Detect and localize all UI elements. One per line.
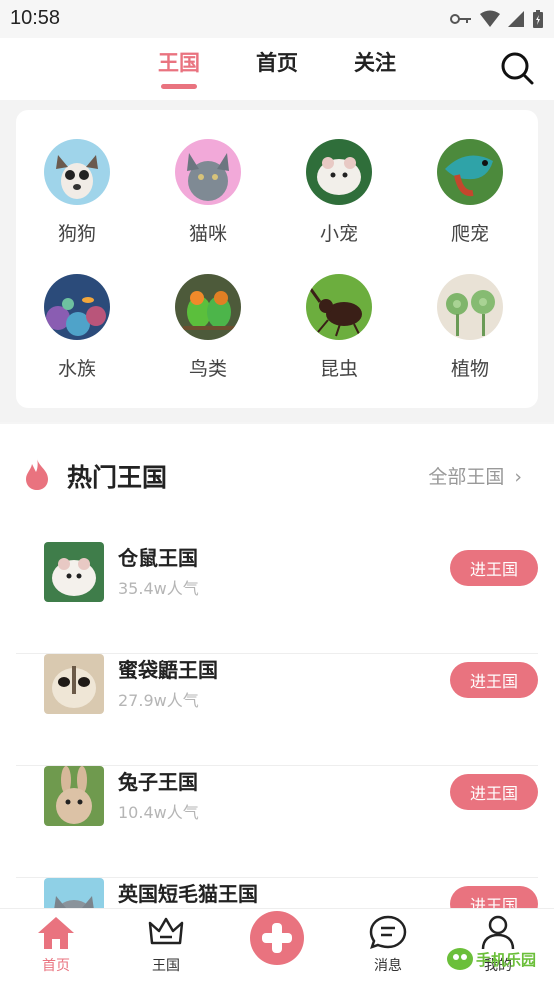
bottom-nav-label: 消息 [374,958,402,974]
category-label: 鸟类 [188,358,227,380]
hamster-thumbnail [44,542,104,602]
message-icon [369,915,407,949]
category-label: 狗狗 [57,223,96,245]
enter-kingdom-button[interactable]: 进王国 [450,662,538,698]
category-plant[interactable]: 植物 [415,274,525,381]
chevron-right-icon: › [514,466,522,488]
small-pet-avatar [306,139,372,205]
category-bird[interactable]: 鸟类 [153,274,263,381]
aquarium-avatar [44,274,110,340]
status-bar: 10:58 [0,0,554,38]
category-cat[interactable]: 猫咪 [153,139,263,246]
enter-kingdom-button[interactable]: 进王国 [450,550,538,586]
kingdom-name: 蜜袋鼯王国 [118,658,218,682]
battery-icon [533,10,543,28]
category-aquarium[interactable]: 水族 [22,274,132,381]
bottom-nav-message[interactable]: 消息 [348,915,428,975]
tab-follow[interactable]: 关注 [354,47,396,77]
category-insect[interactable]: 昆虫 [284,274,394,381]
crown-icon [148,917,184,945]
all-kingdoms-link[interactable]: 全部王国 › [428,462,522,489]
bottom-nav-kingdom[interactable]: 王国 [126,915,206,975]
watermark-text: 手机乐园 [476,951,536,969]
kingdom-name: 仓鼠王国 [118,546,198,570]
plant-avatar [437,274,503,340]
kingdom-popularity: 35.4w人气 [118,579,199,598]
hot-kingdoms-section: 热门王国 全部王国 › 仓鼠王国 35.4w人气 进王国 蜜袋鼯王国 27.9w人… [0,424,554,938]
status-icons [450,9,544,29]
kingdom-name: 兔子王国 [118,770,198,794]
sugar-glider-thumbnail [44,654,104,714]
tab-kingdom[interactable]: 王国 [158,47,200,77]
wifi-icon [480,10,500,27]
bottom-nav-label: 王国 [152,958,180,974]
kingdom-name: 英国短毛猫王国 [118,882,258,906]
kingdom-popularity: 10.4w人气 [118,803,199,822]
publish-button[interactable] [250,911,304,965]
kingdom-popularity: 27.9w人气 [118,691,199,710]
enter-kingdom-button[interactable]: 进王国 [450,774,538,810]
home-icon [38,917,74,949]
rabbit-thumbnail [44,766,104,826]
category-label: 猫咪 [188,223,227,245]
all-kingdoms-label: 全部王国 [428,466,505,488]
dog-avatar [44,139,110,205]
category-label: 爬宠 [450,223,489,245]
app-screen: 10:58 王国 首页 关注 狗狗 猫咪 小宠 爬宠 水族 鸟类 昆虫 植物 热… [0,0,554,984]
hot-kingdoms-title: 热门王国 [67,463,168,492]
category-card: 狗狗 猫咪 小宠 爬宠 水族 鸟类 昆虫 植物 [16,110,538,408]
status-time: 10:58 [10,7,61,29]
category-small-pet[interactable]: 小宠 [284,139,394,246]
kingdom-row-rabbit[interactable]: 兔子王国 10.4w人气 进王国 [16,766,538,878]
plus-icon [262,923,292,953]
key-icon [450,14,471,24]
category-reptile[interactable]: 爬宠 [415,139,525,246]
bottom-nav-home[interactable]: 首页 [16,915,96,975]
fire-icon [26,458,48,490]
reptile-avatar [437,139,503,205]
signal-icon [508,11,524,27]
category-label: 植物 [450,358,489,380]
top-nav: 王国 首页 关注 [0,38,554,100]
category-label: 昆虫 [319,358,358,380]
tab-active-indicator [161,84,197,89]
bird-avatar [175,274,241,340]
tab-home[interactable]: 首页 [256,47,298,77]
insect-avatar [306,274,372,340]
search-icon[interactable] [499,50,535,86]
category-dog[interactable]: 狗狗 [22,139,132,246]
watermark-logo: 手机乐园 [447,948,536,970]
category-section: 狗狗 猫咪 小宠 爬宠 水族 鸟类 昆虫 植物 [0,100,554,422]
cat-avatar [175,139,241,205]
bottom-nav-label: 首页 [42,958,70,974]
kingdom-row-hamster[interactable]: 仓鼠王国 35.4w人气 进王国 [16,542,538,654]
kingdom-row-sugar-glider[interactable]: 蜜袋鼯王国 27.9w人气 进王国 [16,654,538,766]
category-label: 小宠 [319,223,358,245]
category-label: 水族 [57,358,96,380]
